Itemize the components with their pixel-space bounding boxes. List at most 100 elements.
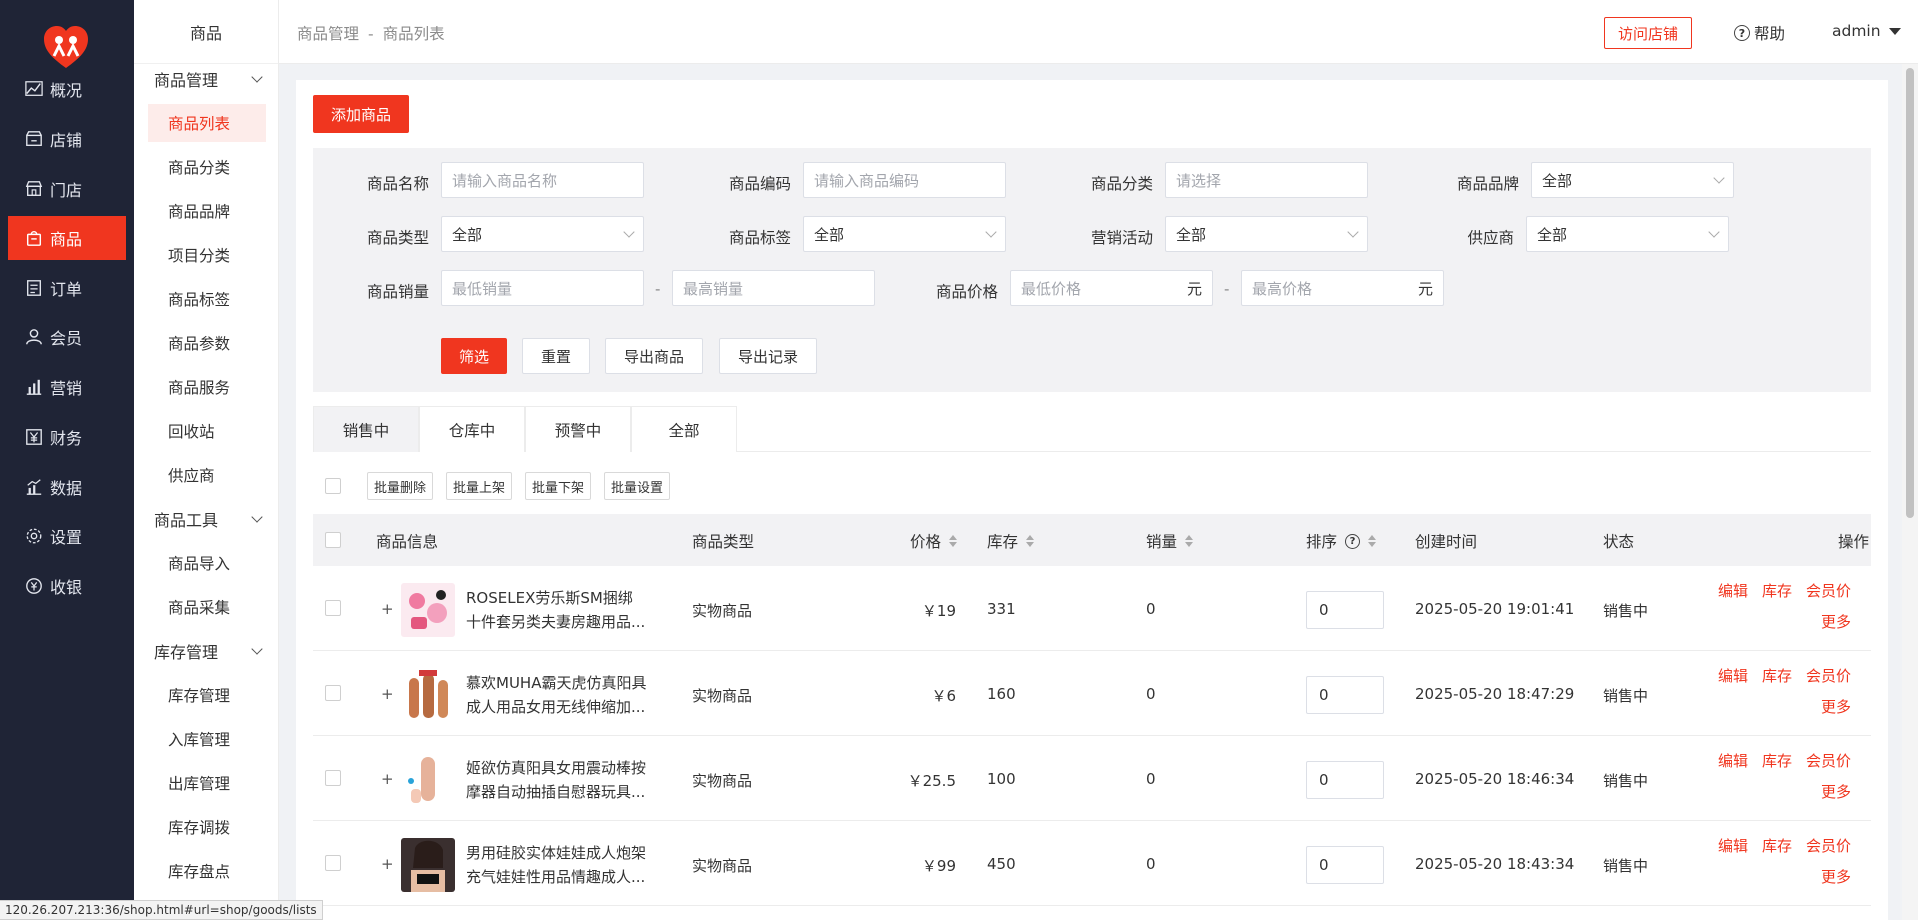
export-records-button[interactable]: 导出记录	[719, 338, 817, 374]
goods-name[interactable]: 慕欢MUHA霸天虎仿真阳具 成人用品女用无线伸缩加...	[466, 671, 662, 719]
help-link[interactable]: ? 帮助	[1734, 22, 1785, 44]
tab-in-warehouse[interactable]: 仓库中	[419, 406, 525, 452]
sub-nav-item[interactable]: 库存管理	[148, 676, 266, 714]
edit-link[interactable]: 编辑	[1718, 665, 1748, 686]
reset-button[interactable]: 重置	[522, 338, 590, 374]
expand-plus-icon[interactable]: +	[381, 770, 394, 788]
goods-type-select[interactable]: 全部	[441, 216, 644, 252]
min-sales-input[interactable]: 最低销量	[441, 270, 644, 306]
goods-thumbnail[interactable]	[401, 838, 455, 892]
nav-item-6[interactable]: 营销	[8, 365, 126, 409]
scrollbar-thumb[interactable]	[1906, 68, 1914, 518]
supplier-select[interactable]: 全部	[1526, 216, 1729, 252]
more-link[interactable]: 更多	[1821, 696, 1851, 717]
sub-nav-item[interactable]: 商品服务	[148, 368, 266, 406]
sort-input[interactable]: 0	[1306, 761, 1384, 799]
sub-nav-item[interactable]: 商品品牌	[148, 192, 266, 230]
batch-delist-button[interactable]: 批量下架	[525, 472, 592, 500]
more-link[interactable]: 更多	[1821, 866, 1851, 887]
edit-link[interactable]: 编辑	[1718, 750, 1748, 771]
max-price-input[interactable]: 最高价格 元	[1241, 270, 1444, 306]
nav-item-4[interactable]: 订单	[8, 266, 126, 310]
nav-item-5[interactable]: 会员	[8, 315, 126, 359]
sub-nav-group-1[interactable]: 商品工具	[154, 504, 269, 534]
sub-nav-group-0[interactable]: 商品管理	[154, 64, 269, 94]
member-price-link[interactable]: 会员价	[1806, 665, 1851, 686]
sub-nav-item[interactable]: 供应商	[148, 456, 266, 494]
visit-store-button[interactable]: 访问店铺	[1604, 17, 1692, 49]
sort-input[interactable]: 0	[1306, 591, 1384, 629]
sub-nav-item[interactable]: 商品列表	[148, 104, 266, 142]
export-goods-button[interactable]: 导出商品	[605, 338, 703, 374]
nav-item-7[interactable]: 财务	[8, 415, 126, 459]
tab-warning[interactable]: 预警中	[525, 406, 631, 452]
goods-category-select[interactable]: 请选择	[1165, 162, 1368, 198]
stock-link[interactable]: 库存	[1762, 580, 1792, 601]
sort-input[interactable]: 0	[1306, 846, 1384, 884]
tab-all[interactable]: 全部	[631, 406, 737, 452]
expand-plus-icon[interactable]: +	[381, 685, 394, 703]
more-link[interactable]: 更多	[1821, 781, 1851, 802]
sub-nav-item[interactable]: 入库管理	[148, 720, 266, 758]
sort-input[interactable]: 0	[1306, 676, 1384, 714]
expand-plus-icon[interactable]: +	[381, 600, 394, 618]
col-sales[interactable]: 销量	[1146, 530, 1194, 552]
goods-name[interactable]: 姬欲仿真阳具女用震动棒按 摩器自动抽插自慰器玩具...	[466, 756, 662, 804]
page-scrollbar[interactable]	[1902, 64, 1918, 920]
promotion-select[interactable]: 全部	[1165, 216, 1368, 252]
min-price-input[interactable]: 最低价格 元	[1010, 270, 1213, 306]
header-select-checkbox[interactable]	[325, 532, 341, 548]
stock-link[interactable]: 库存	[1762, 750, 1792, 771]
stock-link[interactable]: 库存	[1762, 835, 1792, 856]
more-link[interactable]: 更多	[1821, 611, 1851, 632]
tab-on-sale[interactable]: 销售中	[313, 406, 419, 452]
nav-item-0[interactable]: 概况	[8, 67, 126, 111]
edit-link[interactable]: 编辑	[1718, 835, 1748, 856]
edit-link[interactable]: 编辑	[1718, 580, 1748, 601]
sub-nav-item[interactable]: 商品分类	[148, 148, 266, 186]
sub-nav-item[interactable]: 库存盘点	[148, 852, 266, 890]
goods-name[interactable]: ROSELEX劳乐斯SM捆绑 十件套另类夫妻房趣用品...	[466, 586, 662, 634]
nav-item-1[interactable]: 店铺	[8, 117, 126, 161]
member-price-link[interactable]: 会员价	[1806, 750, 1851, 771]
col-sort[interactable]: 排序?	[1306, 530, 1377, 552]
nav-item-2[interactable]: 门店	[8, 167, 126, 211]
sub-nav-item[interactable]: 库存调拨	[148, 808, 266, 846]
sub-nav-item[interactable]: 商品导入	[148, 544, 266, 582]
select-all-checkbox[interactable]	[325, 478, 341, 494]
nav-item-9[interactable]: 设置	[8, 514, 126, 558]
goods-thumbnail[interactable]	[401, 583, 455, 637]
goods-code-input[interactable]: 请输入商品编码	[803, 162, 1006, 198]
max-sales-input[interactable]: 最高销量	[672, 270, 875, 306]
col-stock[interactable]: 库存	[987, 530, 1035, 552]
goods-thumbnail[interactable]	[401, 753, 455, 807]
sub-nav-item[interactable]: 出库管理	[148, 764, 266, 802]
row-select-checkbox[interactable]	[325, 685, 341, 701]
stock-link[interactable]: 库存	[1762, 665, 1792, 686]
row-select-checkbox[interactable]	[325, 600, 341, 616]
member-price-link[interactable]: 会员价	[1806, 835, 1851, 856]
goods-name[interactable]: 男用硅胶实体娃娃成人炮架 充气娃娃性用品情趣成人...	[466, 841, 662, 889]
member-price-link[interactable]: 会员价	[1806, 580, 1851, 601]
batch-delete-button[interactable]: 批量删除	[367, 472, 434, 500]
sub-nav-group-2[interactable]: 库存管理	[154, 636, 269, 666]
batch-list-button[interactable]: 批量上架	[446, 472, 513, 500]
sub-nav-item[interactable]: 商品标签	[148, 280, 266, 318]
row-select-checkbox[interactable]	[325, 855, 341, 871]
question-circle-icon[interactable]: ?	[1345, 533, 1361, 549]
filter-button[interactable]: 筛选	[441, 338, 507, 374]
sub-nav-item[interactable]: 回收站	[148, 412, 266, 450]
col-price[interactable]: 价格	[910, 530, 958, 552]
goods-thumbnail[interactable]	[401, 668, 455, 722]
batch-settings-button[interactable]: 批量设置	[604, 472, 671, 500]
goods-brand-select[interactable]: 全部	[1531, 162, 1734, 198]
row-select-checkbox[interactable]	[325, 770, 341, 786]
goods-name-input[interactable]: 请输入商品名称	[441, 162, 644, 198]
add-goods-button[interactable]: 添加商品	[313, 95, 409, 133]
nav-item-3[interactable]: 商品	[8, 216, 126, 260]
user-menu[interactable]: admin	[1832, 22, 1901, 40]
goods-tag-select[interactable]: 全部	[803, 216, 1006, 252]
nav-item-10[interactable]: 收银	[8, 564, 126, 608]
sub-nav-item[interactable]: 商品参数	[148, 324, 266, 362]
sub-nav-item[interactable]: 商品采集	[148, 588, 266, 626]
